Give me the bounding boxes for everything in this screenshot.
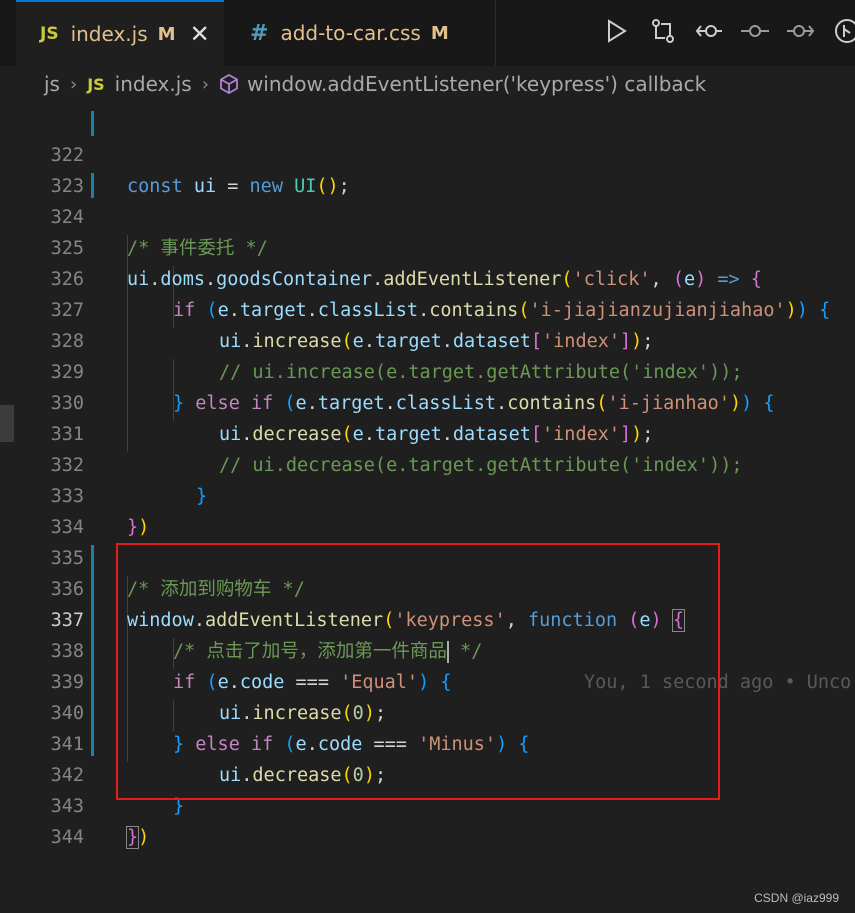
code-line: 328 // ui.increase(e.target.getAttribute… xyxy=(0,295,855,383)
breadcrumb-folder[interactable]: js xyxy=(44,72,60,96)
code-line: 323 xyxy=(0,140,855,197)
previous-change-button[interactable] xyxy=(692,14,726,48)
breadcrumb-file[interactable]: index.js xyxy=(115,72,192,96)
code-line: 330 ui.decrease(e.target.dataset['index'… xyxy=(0,357,855,445)
chevron-right-icon: › xyxy=(201,73,209,95)
git-graph-button[interactable] xyxy=(830,14,855,48)
code-line: 335 /* 添加到购物车 */ xyxy=(0,512,855,600)
breadcrumb-symbol[interactable]: window.addEventListener('keypress') call… xyxy=(247,72,706,96)
tab-add-to-car-css[interactable]: # add-to-car.css M xyxy=(224,0,496,66)
editor-tab-bar: JS index.js M ✕ # add-to-car.css M xyxy=(0,0,855,67)
next-change-button[interactable] xyxy=(784,14,818,48)
tab-label: add-to-car.css xyxy=(280,21,421,45)
code-line: 329 } else if (e.target.classList.contai… xyxy=(0,326,855,414)
arrow-right-commit-icon xyxy=(787,25,815,37)
arrow-left-commit-icon xyxy=(695,25,722,37)
watermark: CSDN @iaz999 xyxy=(754,891,839,905)
code-line: 333 }) xyxy=(0,450,855,538)
symbol-method-icon xyxy=(220,74,238,94)
close-icon[interactable]: ✕ xyxy=(190,20,210,48)
javascript-file-icon: JS xyxy=(40,24,59,44)
code-line: 327 ui.increase(e.target.dataset['index'… xyxy=(0,264,855,352)
code-line: 326 if (e.target.classList.contains('i-j… xyxy=(0,233,855,321)
chevron-right-icon: › xyxy=(69,73,78,95)
css-file-icon: # xyxy=(250,20,269,46)
code-line: 322 const ui = new UI(); xyxy=(0,109,855,197)
tab-index-js[interactable]: JS index.js M ✕ xyxy=(16,0,224,66)
code-line: 334 xyxy=(0,481,855,538)
code-text: }) xyxy=(125,826,150,849)
highlight-box xyxy=(116,543,720,800)
editor-actions xyxy=(600,14,855,48)
git-graph-icon xyxy=(835,19,855,43)
code-line: 332 } xyxy=(0,419,855,507)
open-changes-button[interactable] xyxy=(646,14,680,48)
play-icon xyxy=(608,19,627,43)
commit-icon xyxy=(741,25,769,37)
code-line: 324 /* 事件委托 */ xyxy=(0,171,855,259)
line-number: 344 xyxy=(50,827,84,848)
compare-changes-icon xyxy=(652,19,674,43)
commit-button[interactable] xyxy=(738,14,772,48)
code-line: 331 // ui.decrease(e.target.getAttribute… xyxy=(0,388,855,476)
code-line: 325 ui.doms.goodsContainer.addEventListe… xyxy=(0,202,855,290)
javascript-file-icon: JS xyxy=(87,74,105,94)
modified-badge: M xyxy=(157,23,176,45)
modified-badge: M xyxy=(430,22,449,44)
run-button[interactable] xyxy=(600,14,634,48)
tab-label: index.js xyxy=(70,22,148,46)
breadcrumb: js › JS index.js › window.addEventListen… xyxy=(0,66,855,102)
